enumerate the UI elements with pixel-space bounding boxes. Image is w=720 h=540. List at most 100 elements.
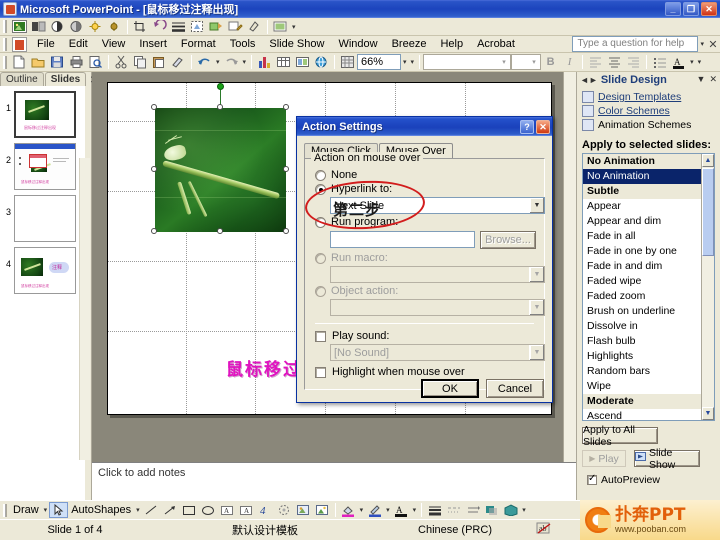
fill-color-dropdown-icon[interactable]: ▾ <box>358 506 366 514</box>
link-color-schemes[interactable]: Color Schemes <box>582 105 715 117</box>
menu-insert[interactable]: Insert <box>132 37 174 51</box>
menu-file[interactable]: File <box>30 37 62 51</box>
redo-icon[interactable] <box>222 54 241 70</box>
font-color-button[interactable]: A <box>669 54 688 70</box>
action-settings-dialog[interactable]: Action Settings ? ✕ Mouse Click Mouse Ov… <box>296 116 553 403</box>
more-brightness-icon[interactable] <box>86 19 105 35</box>
dialog-close-button[interactable]: ✕ <box>536 119 550 134</box>
line-style-icon[interactable] <box>169 19 188 35</box>
dialog-help-button[interactable]: ? <box>520 119 534 134</box>
scroll-down-icon[interactable]: ▼ <box>702 407 714 420</box>
align-left-button[interactable] <box>586 54 605 70</box>
animation-item-ascend[interactable]: Ascend <box>583 409 701 420</box>
autopreview-row[interactable]: AutoPreview <box>582 473 715 486</box>
format-painter-icon[interactable] <box>169 54 188 70</box>
bullets-button[interactable] <box>650 54 669 70</box>
autoshapes-menu-button[interactable]: AutoShapes <box>68 504 134 516</box>
vertical-text-box-icon[interactable]: A <box>237 502 256 518</box>
task-pane-dropdown-icon[interactable]: ▼ <box>697 74 706 85</box>
slides-pane-scrollbar[interactable] <box>79 158 90 460</box>
resize-handle-se[interactable] <box>283 228 289 234</box>
menu-slide-show[interactable]: Slide Show <box>262 37 331 51</box>
new-slide-icon[interactable] <box>293 54 312 70</box>
draw-overflow-icon[interactable]: ▾ <box>520 506 528 514</box>
copy-icon[interactable] <box>131 54 150 70</box>
recolor-picture-icon[interactable] <box>207 19 226 35</box>
align-right-button[interactable] <box>624 54 643 70</box>
std-overflow-icon[interactable]: ▾ <box>409 58 417 66</box>
help-search-input[interactable]: Type a question for help <box>572 36 699 52</box>
animation-item-fade-in-one-by-one[interactable]: Fade in one by one <box>583 244 701 259</box>
bold-button[interactable]: B <box>541 54 560 70</box>
status-language[interactable]: Chinese (PRC) <box>380 524 530 536</box>
rotate-left-icon[interactable] <box>150 19 169 35</box>
scroll-thumb[interactable] <box>702 168 714 256</box>
menu-window[interactable]: Window <box>331 37 384 51</box>
insert-picture-from-file-icon[interactable] <box>313 502 332 518</box>
rectangle-tool-icon[interactable] <box>180 502 199 518</box>
resize-handle-e[interactable] <box>283 166 289 172</box>
mantis-picture-container[interactable] <box>151 83 289 234</box>
ok-button[interactable]: OK <box>421 379 479 398</box>
resize-handle-sw[interactable] <box>151 228 157 234</box>
scroll-up-icon[interactable]: ▲ <box>702 154 714 167</box>
menu-view[interactable]: View <box>95 37 133 51</box>
font-size-combo[interactable]: ▾ <box>511 54 542 70</box>
fmt-overflow-icon[interactable]: ▾ <box>696 58 704 66</box>
undo-icon[interactable] <box>195 54 214 70</box>
cancel-button[interactable]: Cancel <box>486 379 544 398</box>
print-preview-icon[interactable] <box>86 54 105 70</box>
paste-icon[interactable] <box>150 54 169 70</box>
notes-pane[interactable]: Click to add notes <box>92 462 576 500</box>
std-grip[interactable] <box>3 55 7 69</box>
insert-picture-icon[interactable] <box>10 19 29 35</box>
font-name-combo[interactable]: ▾ <box>423 54 512 70</box>
line-style-draw-icon[interactable] <box>425 502 444 518</box>
toolbar-grip[interactable] <box>3 20 7 33</box>
draw-menu-button[interactable]: Draw <box>10 504 42 516</box>
format-picture-icon[interactable] <box>226 19 245 35</box>
font-color-dropdown-icon[interactable]: ▾ <box>688 58 696 66</box>
mantis-picture[interactable] <box>155 108 286 232</box>
animation-item-random-bars[interactable]: Random bars <box>583 364 701 379</box>
diagram-icon[interactable] <box>275 502 294 518</box>
insert-chart-icon[interactable] <box>255 54 274 70</box>
animation-item-fade-in-all[interactable]: Fade in all <box>583 229 701 244</box>
insert-hyperlink-icon[interactable] <box>312 54 331 70</box>
font-size-arrow-icon[interactable]: ▾ <box>528 58 540 66</box>
link-design-templates[interactable]: Design Templates <box>582 91 715 103</box>
dash-style-icon[interactable] <box>444 502 463 518</box>
new-icon[interactable] <box>10 54 29 70</box>
slide-area-scrollbar[interactable] <box>563 72 576 500</box>
resize-handle-s[interactable] <box>217 228 223 234</box>
task-pane-forward-icon[interactable]: ► <box>589 75 598 85</box>
task-pane-close-icon[interactable]: ✕ <box>709 74 717 85</box>
slide-show-button[interactable]: Slide Show <box>634 447 700 471</box>
checkbox-autopreview[interactable] <box>587 473 597 485</box>
text-box-icon[interactable]: A <box>218 502 237 518</box>
thumbnail-row-2[interactable]: 2 鼠标移过注释出现 <box>0 138 85 190</box>
animation-item-faded-wipe[interactable]: Faded wipe <box>583 274 701 289</box>
line-color-icon[interactable] <box>365 502 384 518</box>
select-objects-icon[interactable] <box>49 502 69 518</box>
undo-dropdown-icon[interactable]: ▾ <box>214 58 222 66</box>
resize-handle-ne[interactable] <box>283 104 289 110</box>
menu-acrobat[interactable]: Acrobat <box>470 37 522 51</box>
reset-picture-icon[interactable] <box>271 19 290 35</box>
save-icon[interactable] <box>48 54 67 70</box>
checkbox-row-highlight[interactable]: Highlight when mouse over <box>315 366 536 378</box>
insert-clipart-icon[interactable] <box>294 502 313 518</box>
menu-breeze[interactable]: Breeze <box>385 37 434 51</box>
line-tool-icon[interactable] <box>142 502 161 518</box>
animation-item-brush-on-underline[interactable]: Brush on underline <box>583 304 701 319</box>
minimize-button[interactable]: _ <box>665 2 681 16</box>
task-pane-back-icon[interactable]: ◄ <box>580 75 589 85</box>
radio-row-none[interactable]: None <box>315 169 536 181</box>
animation-item-appear[interactable]: Appear <box>583 199 701 214</box>
chevron-down-icon[interactable]: ▼ <box>529 198 544 213</box>
slide-thumbnail-3[interactable] <box>14 195 76 242</box>
animation-item-wipe[interactable]: Wipe <box>583 379 701 394</box>
rotation-handle[interactable] <box>217 83 224 90</box>
font-name-arrow-icon[interactable]: ▾ <box>498 58 510 66</box>
thumbnail-row-3[interactable]: 3 <box>0 190 85 242</box>
